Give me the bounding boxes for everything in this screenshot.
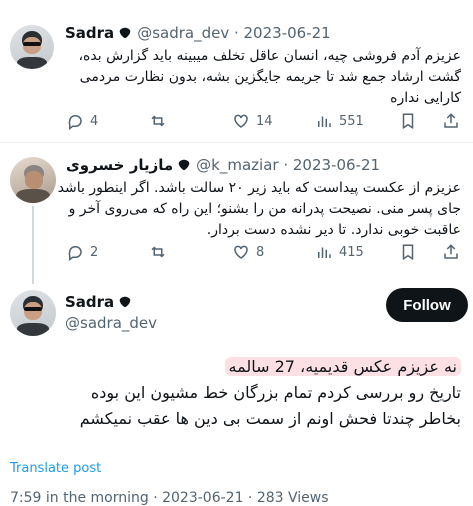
tweet-line: عزیزم از عکست پیداست که باید زیر ۲۰ سالت…	[57, 180, 461, 196]
tweet-body: عزیزم آدم فروشی چیه، انسان عاقل تخلف میب…	[79, 46, 461, 109]
thread-line	[32, 206, 34, 284]
verified-icon	[119, 296, 131, 308]
tweet-body: نه عزیزم عکس قدیمیه، 27 سالمه تاریخ رو ب…	[80, 354, 461, 432]
tweet-line: بخاطر چندتا فحش اونم از سمت بی دین ها عق…	[79, 409, 461, 428]
tweet-line: عزیزم آدم فروشی چیه، انسان عاقل تخلف میب…	[78, 48, 461, 64]
user-handle[interactable]: @sadra_dev	[137, 24, 229, 42]
bookmark-button[interactable]	[399, 112, 423, 130]
share-button[interactable]	[442, 243, 466, 261]
tweet-line: تاریخ رو بررسی کردم تمام بزرگان خط مشیون…	[90, 383, 461, 402]
reply-icon	[68, 115, 82, 130]
heart-icon	[234, 114, 248, 128]
views-button[interactable]: 415	[315, 243, 364, 261]
retweet-button[interactable]	[149, 112, 173, 130]
avatar[interactable]	[10, 290, 56, 336]
verified-icon	[119, 27, 131, 39]
reply-count: 2	[90, 244, 99, 260]
views-count: 415	[339, 244, 364, 260]
bookmark-button[interactable]	[399, 243, 423, 261]
reply-count: 4	[90, 113, 99, 129]
views-icon	[318, 247, 331, 258]
translate-link[interactable]: Translate post	[10, 461, 101, 476]
verified-icon	[178, 159, 190, 171]
like-button[interactable]: 8	[232, 243, 264, 261]
views-button[interactable]: 551	[315, 112, 364, 130]
like-count: 14	[256, 113, 273, 129]
like-button[interactable]: 14	[232, 112, 273, 130]
user-name[interactable]: Sadra	[65, 24, 114, 42]
tweet-body: عزیزم از عکست پیداست که باید زیر ۲۰ سالت…	[58, 178, 461, 241]
reply-icon	[68, 246, 82, 261]
retweet-icon	[151, 246, 165, 258]
retweet-button[interactable]	[149, 243, 173, 261]
share-button[interactable]	[442, 112, 466, 130]
highlighted-text: نه عزیزم عکس قدیمیه، 27 سالمه	[224, 357, 461, 376]
share-icon	[444, 244, 458, 259]
tweet-header: Sadra @sadra_dev · 2023-06-21	[65, 24, 331, 42]
tweet-date[interactable]: 2023-06-21	[244, 24, 331, 42]
bookmark-icon	[402, 244, 414, 261]
divider	[0, 142, 473, 143]
tweet-header: Sadra	[65, 293, 137, 311]
follow-button[interactable]: Follow	[386, 288, 468, 322]
share-icon	[444, 113, 458, 128]
tweet-line: نه عزیزم عکس قدیمیه، 27 سالمه	[80, 354, 461, 380]
separator-dot: ·	[229, 24, 244, 42]
bookmark-icon	[402, 113, 414, 130]
retweet-icon	[151, 115, 165, 127]
views-icon	[318, 116, 331, 127]
avatar[interactable]	[10, 25, 54, 69]
user-name[interactable]: Sadra	[65, 293, 114, 311]
like-count: 8	[256, 244, 265, 260]
user-handle[interactable]: @k_maziar	[196, 156, 278, 174]
separator-dot: ·	[278, 156, 293, 174]
user-handle[interactable]: @sadra_dev	[65, 314, 157, 332]
reply-button[interactable]: 4	[66, 112, 98, 130]
avatar[interactable]	[10, 157, 56, 203]
tweet-date[interactable]: 2023-06-21	[293, 156, 380, 174]
tweet-header: مازیار خسروی @k_maziar · 2023-06-21	[66, 156, 380, 174]
heart-icon	[234, 245, 248, 259]
tweet-meta: 7:59 in the morning · 2023-06-21 · 283 V…	[10, 490, 329, 506]
user-name[interactable]: مازیار خسروی	[66, 156, 173, 174]
tweet-line: جای پسر منی. نصیحت پدرانه من را بشنو؛ ای…	[68, 201, 461, 217]
tweet-line: کارایی نداره	[390, 90, 461, 106]
tweet-line: گشت ارشاد جمع شد تا جریمه جایگزین بشه، ب…	[79, 69, 461, 85]
reply-button[interactable]: 2	[66, 243, 98, 261]
views-count: 551	[339, 113, 364, 129]
tweet-line: عاقبت خوبی ندارد. تا دیر نشده دست بردار.	[206, 222, 461, 238]
